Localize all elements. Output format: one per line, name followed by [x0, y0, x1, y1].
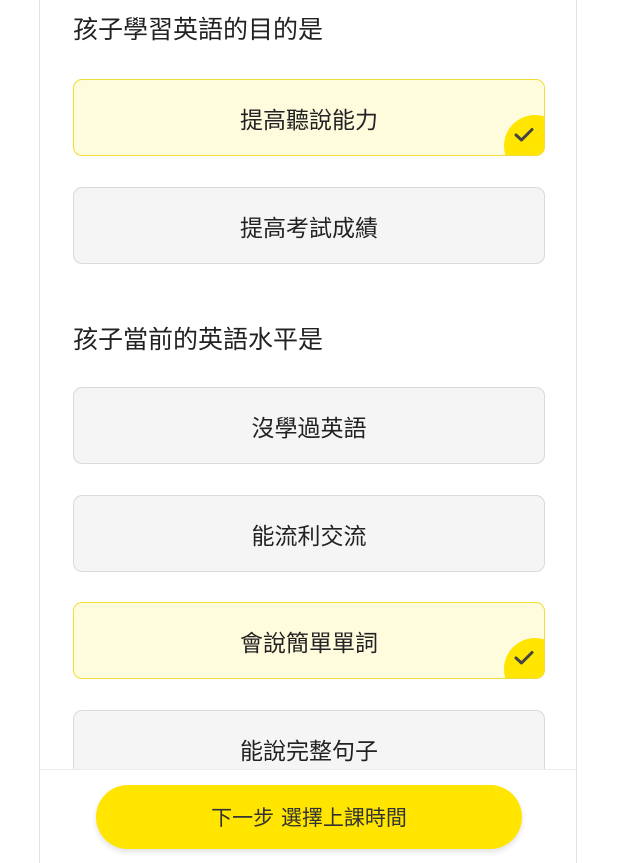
option-card[interactable]: 能流利交流: [73, 495, 545, 572]
footer-bar: 下一步 選擇上課時間: [40, 769, 576, 863]
next-step-button[interactable]: 下一步 選擇上課時間: [96, 785, 522, 849]
check-icon: [504, 115, 544, 155]
option-label: 沒學過英語: [251, 415, 367, 442]
question-title: 孩子學習英語的目的是: [73, 15, 324, 44]
option-label: 提高考試成績: [240, 215, 378, 242]
option-label: 能說完整句子: [240, 738, 378, 765]
option-card[interactable]: 沒學過英語: [73, 387, 545, 464]
option-card[interactable]: 提高聽說能力: [73, 79, 545, 156]
survey-panel: 孩子學習英語的目的是 提高聽說能力 提高考試成績 孩子當前的英語水平是 沒學過英…: [39, 0, 577, 863]
option-label: 會說簡單單詞: [240, 630, 378, 657]
question-title: 孩子當前的英語水平是: [73, 325, 324, 354]
option-card[interactable]: 會說簡單單詞: [73, 602, 545, 679]
check-icon: [504, 638, 544, 678]
option-card[interactable]: 提高考試成績: [73, 187, 545, 264]
option-label: 能流利交流: [251, 523, 367, 550]
option-label: 提高聽說能力: [240, 107, 378, 134]
